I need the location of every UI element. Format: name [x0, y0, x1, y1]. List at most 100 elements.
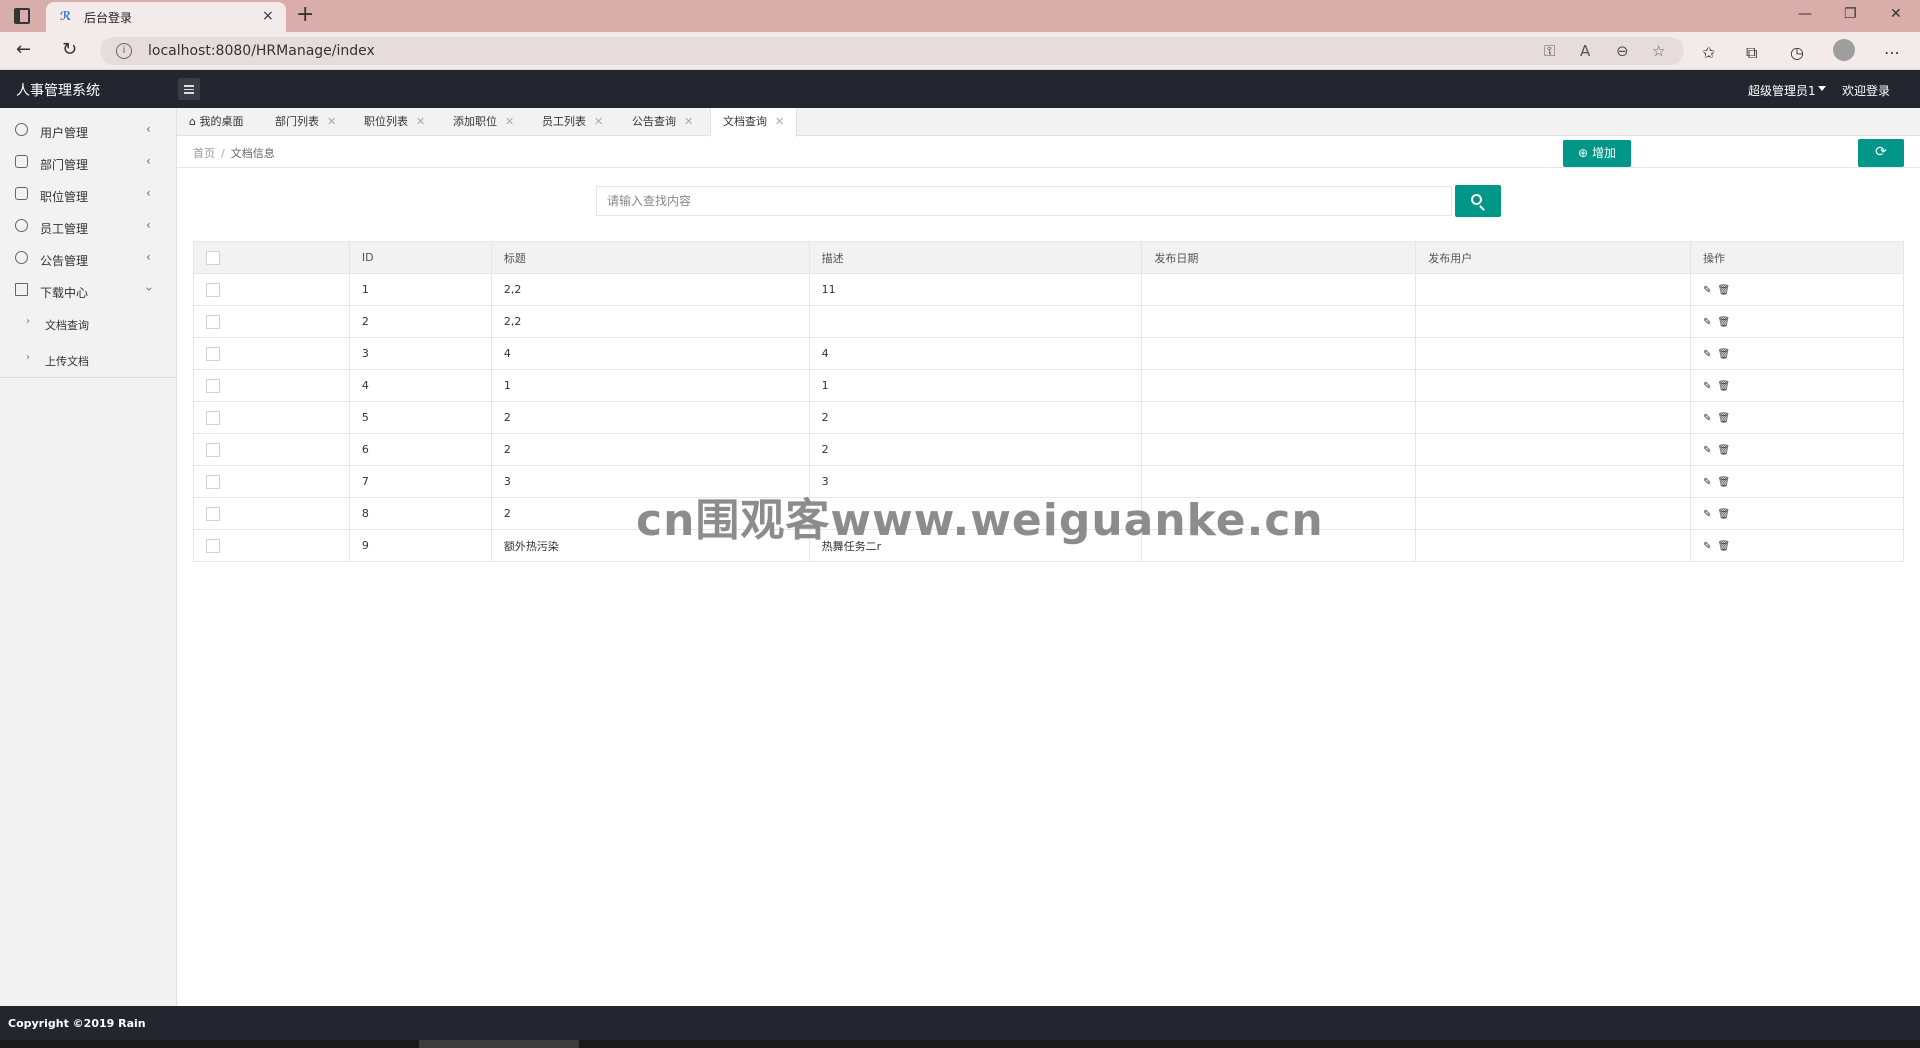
more-menu-icon[interactable]: ⋯: [1884, 43, 1900, 62]
edit-icon[interactable]: ✎: [1703, 413, 1711, 424]
profile-avatar[interactable]: [1833, 39, 1855, 61]
back-arrow-icon[interactable]: ←: [16, 40, 31, 60]
new-tab-button[interactable]: +: [296, 3, 314, 27]
tab-notice-query[interactable]: 公告查询 ✕: [632, 108, 693, 136]
app-header: 人事管理系统 超级管理员1 欢迎登录: [0, 70, 1920, 108]
tab-close-icon[interactable]: ✕: [775, 115, 784, 128]
cell-actions: ✎ 🗑: [1690, 433, 1904, 466]
tab-close-icon[interactable]: ✕: [327, 115, 336, 128]
edit-icon[interactable]: ✎: [1703, 349, 1711, 360]
edit-icon[interactable]: ✎: [1703, 477, 1711, 488]
tab-department-list[interactable]: 部门列表 ✕: [275, 108, 336, 136]
cell-description: 2: [808, 433, 1143, 466]
row-checkbox[interactable]: [206, 314, 220, 329]
sidebar-item-department[interactable]: 部门管理 ‹: [0, 147, 177, 179]
row-checkbox[interactable]: [206, 506, 220, 521]
copyright-text: Copyright ©2019 Rain: [8, 1017, 146, 1030]
sidebar-item-employee[interactable]: 员工管理 ‹: [0, 211, 177, 243]
row-select[interactable]: [193, 337, 350, 370]
sidebar-item-notice[interactable]: 公告管理 ‹: [0, 243, 177, 275]
edit-icon[interactable]: ✎: [1703, 509, 1711, 520]
refresh-icon: ⟳: [1875, 144, 1887, 160]
trash-icon[interactable]: 🗑: [1717, 541, 1730, 552]
cell-description: [808, 497, 1143, 530]
history-icon[interactable]: ◷: [1790, 43, 1804, 62]
trash-icon[interactable]: 🗑: [1717, 445, 1730, 456]
sidebar-item-position[interactable]: 职位管理 ‹: [0, 179, 177, 211]
menu-toggle-icon[interactable]: [178, 78, 200, 100]
sidebar-item-download[interactable]: 下载中心 ‹: [0, 275, 177, 307]
row-checkbox[interactable]: [206, 378, 220, 393]
browser-toolbar: ← ↻ i localhost:8080/HRManage/index ⚿ A …: [0, 32, 1920, 70]
search-button[interactable]: [1455, 185, 1501, 217]
tab-close-icon[interactable]: ✕: [594, 115, 603, 128]
read-aloud-icon[interactable]: A: [1580, 42, 1590, 60]
edit-icon[interactable]: ✎: [1703, 541, 1711, 552]
trash-icon[interactable]: 🗑: [1717, 317, 1730, 328]
row-select[interactable]: [193, 401, 350, 434]
sidebar-subitem-doc-query[interactable]: › 文档查询: [0, 306, 177, 342]
tab-close-icon[interactable]: ✕: [416, 115, 425, 128]
add-button[interactable]: ⊕ 增加: [1563, 140, 1631, 167]
browser-tab[interactable]: ℛ 后台登录 ×: [46, 2, 286, 32]
welcome-link[interactable]: 欢迎登录: [1842, 82, 1890, 99]
trash-icon[interactable]: 🗑: [1717, 349, 1730, 360]
trash-icon[interactable]: 🗑: [1717, 381, 1730, 392]
tab-add-position[interactable]: 添加职位 ✕: [453, 108, 514, 136]
address-bar[interactable]: i localhost:8080/HRManage/index ⚿ A ⊖ ☆: [100, 37, 1684, 65]
trash-icon[interactable]: 🗑: [1717, 413, 1730, 424]
row-checkbox[interactable]: [206, 410, 220, 425]
cell-user: [1415, 497, 1692, 530]
browser-tab-close-button[interactable]: ×: [262, 8, 274, 24]
taskbar-item[interactable]: [419, 1040, 579, 1048]
collections-icon[interactable]: ⧉: [1746, 43, 1757, 63]
edit-icon[interactable]: ✎: [1703, 381, 1711, 392]
select-all-checkbox[interactable]: [206, 250, 220, 265]
row-checkbox[interactable]: [206, 282, 220, 297]
caret-down-icon[interactable]: [1818, 86, 1826, 91]
window-close-button[interactable]: ✕: [1890, 6, 1902, 22]
trash-icon[interactable]: 🗑: [1717, 509, 1730, 520]
tab-doc-query[interactable]: 文档查询 ✕: [710, 108, 798, 137]
row-select[interactable]: [193, 433, 350, 466]
site-info-icon[interactable]: i: [116, 43, 132, 59]
search-input[interactable]: [596, 186, 1452, 216]
sidebar-item-label: 公告管理: [40, 254, 89, 268]
row-checkbox[interactable]: [206, 442, 220, 457]
refresh-button[interactable]: ⟳: [1858, 139, 1904, 167]
zoom-out-icon[interactable]: ⊖: [1616, 42, 1629, 60]
url-text[interactable]: localhost:8080/HRManage/index: [148, 43, 375, 59]
edit-icon[interactable]: ✎: [1703, 445, 1711, 456]
row-checkbox[interactable]: [206, 538, 220, 553]
tab-actions-icon[interactable]: [14, 8, 30, 24]
sidebar-item-user[interactable]: 用户管理 ‹: [0, 115, 177, 147]
tab-close-icon[interactable]: ✕: [684, 115, 693, 128]
trash-icon[interactable]: 🗑: [1717, 285, 1730, 296]
tab-employee-list[interactable]: 员工列表 ✕: [542, 108, 603, 136]
edit-icon[interactable]: ✎: [1703, 285, 1711, 296]
row-select[interactable]: [193, 529, 350, 562]
edit-icon[interactable]: ✎: [1703, 317, 1711, 328]
user-menu[interactable]: 超级管理员1: [1748, 82, 1816, 99]
row-select[interactable]: [193, 497, 350, 530]
row-select[interactable]: [193, 305, 350, 338]
favorites-icon[interactable]: ✩: [1702, 43, 1715, 62]
sidebar-subitem-upload-doc[interactable]: › 上传文档: [0, 342, 177, 378]
row-select[interactable]: [193, 465, 350, 498]
row-checkbox[interactable]: [206, 346, 220, 361]
header-select-all[interactable]: [193, 241, 350, 274]
window-minimize-button[interactable]: —: [1798, 6, 1812, 22]
tab-close-icon[interactable]: ✕: [505, 115, 514, 128]
window-restore-button[interactable]: ❐: [1844, 6, 1857, 22]
tab-position-list[interactable]: 职位列表 ✕: [364, 108, 425, 136]
reload-icon[interactable]: ↻: [62, 40, 77, 60]
row-checkbox[interactable]: [206, 474, 220, 489]
key-icon[interactable]: ⚿: [1544, 42, 1555, 60]
row-select[interactable]: [193, 369, 350, 402]
tab-desktop[interactable]: ⌂ 我的桌面: [189, 108, 243, 136]
cell-title: 2: [490, 401, 810, 434]
breadcrumb-home[interactable]: 首页: [193, 147, 215, 160]
trash-icon[interactable]: 🗑: [1717, 477, 1730, 488]
add-favorite-icon[interactable]: ☆: [1652, 42, 1665, 60]
row-select[interactable]: [193, 273, 350, 306]
